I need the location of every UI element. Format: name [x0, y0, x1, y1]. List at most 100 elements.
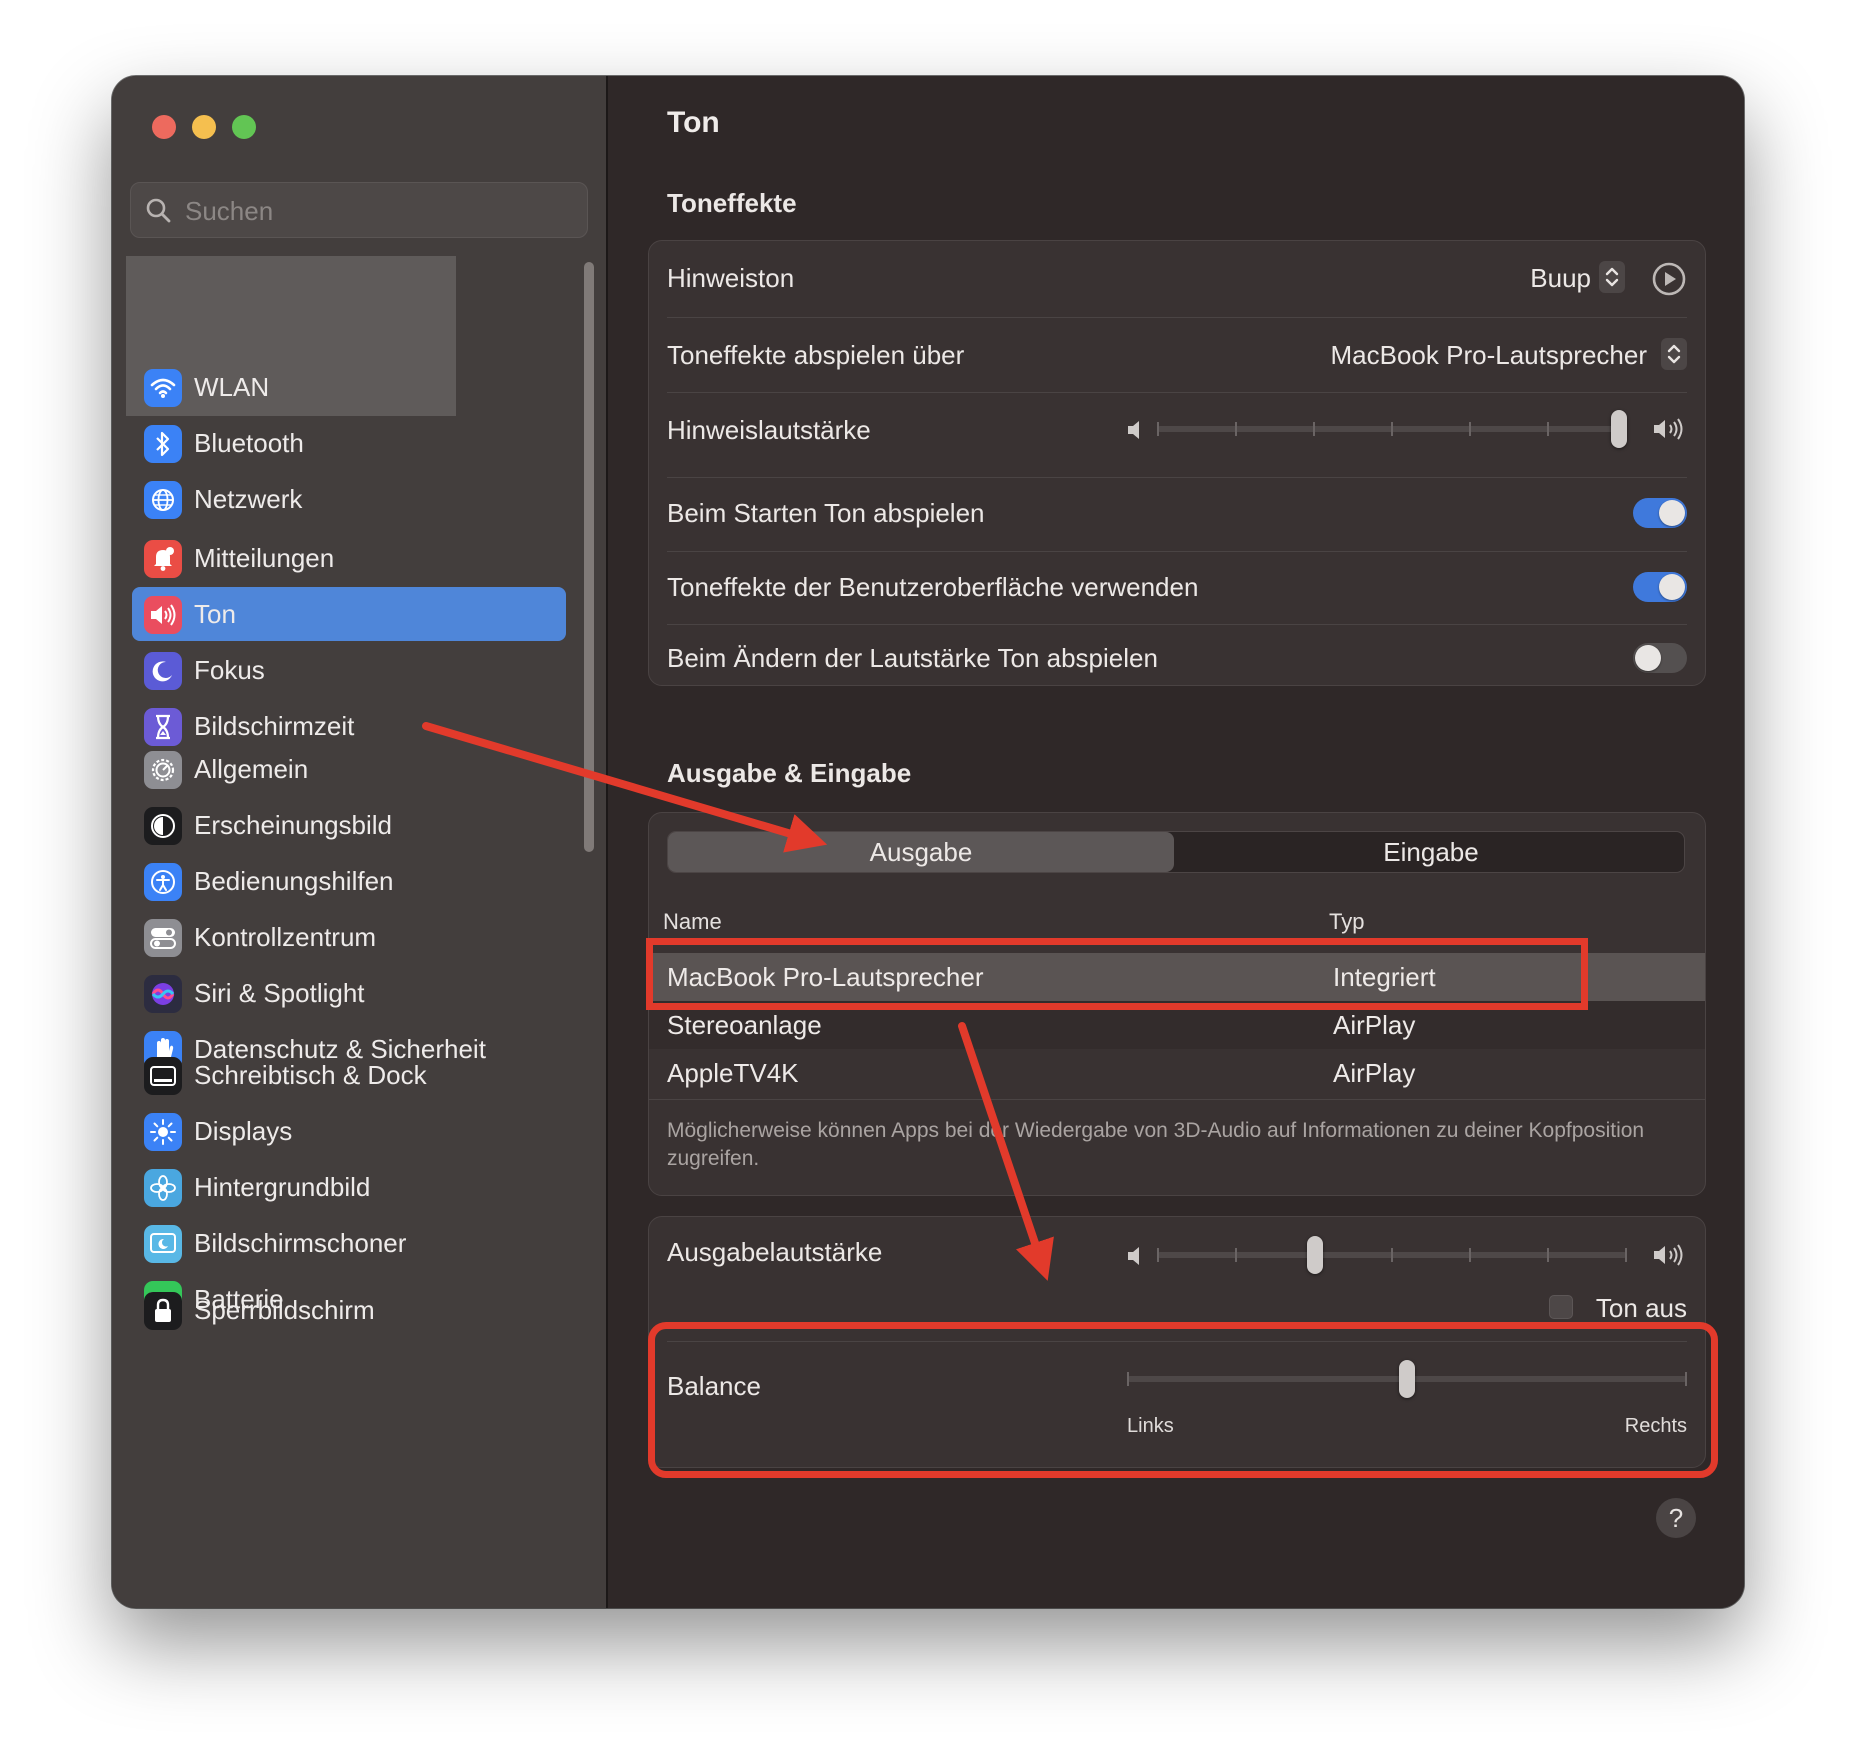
slider-tick [1157, 1248, 1159, 1262]
slider-tick [1391, 422, 1393, 436]
sidebar-item-fokus[interactable]: Fokus [132, 643, 566, 697]
search-field[interactable] [130, 182, 588, 239]
speaker-icon [144, 596, 182, 634]
slider-tick [1157, 422, 1159, 436]
alert-sound-label: Hinweiston [667, 263, 795, 293]
sidebar-item-netzwerk[interactable]: Netzwerk [132, 472, 566, 526]
sidebar-item-label: Bluetooth [194, 428, 304, 458]
speaker-high-icon [1653, 417, 1687, 446]
sidebar-item-wlan[interactable]: WLAN [132, 360, 566, 414]
sidebar-item-label: Schreibtisch & Dock [194, 1060, 427, 1090]
slider-tick [1313, 422, 1315, 436]
ui-effects-row: Toneffekte der Benutzeroberfläche verwen… [667, 552, 1687, 624]
alert-volume-label: Hinweislautstärke [667, 415, 871, 445]
wifi-icon [144, 369, 182, 407]
globe-icon [144, 481, 182, 519]
sidebar-item-siri-spotlight[interactable]: Siri & Spotlight [132, 966, 566, 1020]
sidebar-item-label: Netzwerk [194, 484, 303, 514]
ui-effects-toggle[interactable] [1633, 572, 1687, 602]
sidebar-item-schreibtisch-dock[interactable]: Schreibtisch & Dock [132, 1048, 566, 1102]
divider [649, 1099, 1705, 1100]
sidebar-item-ton[interactable]: Ton [132, 587, 566, 641]
volume-feedback-row: Beim Ändern der Lautstärke Ton abspielen [667, 625, 1687, 685]
alert-volume-slider[interactable] [1157, 407, 1627, 451]
volume-feedback-label: Beim Ändern der Lautstärke Ton abspielen [667, 643, 1158, 673]
toggle-knob [1635, 645, 1661, 671]
lock-icon [144, 1292, 182, 1330]
play-icon[interactable] [1651, 261, 1687, 302]
sun-icon [144, 1113, 182, 1151]
play-through-label: Toneffekte abspielen über [667, 340, 965, 370]
device-name: AppleTV4K [667, 1058, 799, 1088]
toggle-knob [1659, 500, 1685, 526]
speaker-low-icon [1127, 1245, 1145, 1272]
sidebar-item-label: Allgemein [194, 754, 309, 784]
appearance-icon [144, 807, 182, 845]
toneffekte-group: Hinweiston Buup Toneffekte abspielen übe… [648, 240, 1706, 686]
sidebar-item-hintergrundbild[interactable]: Hintergrundbild [132, 1160, 566, 1214]
speaker-high-icon [1653, 1243, 1687, 1272]
hourglass-icon [144, 708, 182, 746]
play-through-popup[interactable]: MacBook Pro-Lautsprecher [1331, 340, 1647, 371]
alert-volume-row: Hinweislautstärke [667, 393, 1687, 477]
sidebar-item-sperrbildschirm[interactable]: Sperrbildschirm [132, 1283, 566, 1337]
accessibility-icon [144, 863, 182, 901]
help-button[interactable]: ? [1656, 1498, 1696, 1538]
moon-icon [144, 652, 182, 690]
toggles-icon [144, 919, 182, 957]
sidebar-scrollbar[interactable] [584, 262, 594, 852]
sidebar-item-label: WLAN [194, 372, 270, 402]
sidebar-item-label: Hintergrundbild [194, 1172, 371, 1202]
close-button[interactable] [152, 115, 176, 139]
output-volume-label: Ausgabelautstärke [667, 1237, 883, 1267]
tab-eingabe[interactable]: Eingabe [1178, 832, 1684, 872]
sidebar-item-bildschirmschoner[interactable]: Bildschirmschoner [132, 1216, 566, 1270]
sidebar-item-bluetooth[interactable]: Bluetooth [132, 416, 566, 470]
sidebar-item-label: Kontrollzentrum [194, 922, 377, 952]
siri-icon [144, 975, 182, 1013]
sidebar-item-kontrollzentrum[interactable]: Kontrollzentrum [132, 910, 566, 964]
bell-icon [144, 540, 182, 578]
sidebar-item-erscheinungsbild[interactable]: Erscheinungsbild [132, 798, 566, 852]
sidebar-item-mitteilungen[interactable]: Mitteilungen [132, 531, 566, 585]
chevron-updown-icon[interactable] [1599, 261, 1625, 293]
slider-tick [1469, 422, 1471, 436]
screensaver-icon [144, 1225, 182, 1263]
slider-tick [1391, 1248, 1393, 1262]
startup-sound-row: Beim Starten Ton abspielen [667, 478, 1687, 550]
alert-sound-popup[interactable]: Buup [1530, 263, 1591, 294]
mute-checkbox[interactable] [1549, 1295, 1573, 1319]
startup-sound-toggle[interactable] [1633, 498, 1687, 528]
sidebar-item-label: Displays [194, 1116, 293, 1146]
minimize-button[interactable] [192, 115, 216, 139]
sidebar-item-bedienungshilfen[interactable]: Bedienungshilfen [132, 854, 566, 908]
volume-feedback-toggle[interactable] [1633, 643, 1687, 673]
mute-label: Ton aus [1595, 1293, 1687, 1323]
device-row[interactable]: AppleTV4K AirPlay [649, 1049, 1705, 1097]
chevron-updown-icon[interactable] [1661, 338, 1687, 370]
sidebar-item-label: Sperrbildschirm [194, 1295, 375, 1325]
sidebar-item-allgemein[interactable]: Allgemein [132, 742, 566, 796]
sidebar-item-label: Fokus [194, 655, 265, 685]
column-header-type[interactable]: Typ [1329, 909, 1364, 935]
ui-effects-label: Toneffekte der Benutzeroberfläche verwen… [667, 572, 1199, 602]
output-volume-slider[interactable] [1157, 1233, 1627, 1277]
sidebar-item-label: Bildschirmschoner [194, 1228, 407, 1258]
slider-thumb[interactable] [1307, 1236, 1323, 1274]
search-icon [145, 197, 171, 228]
tab-ausgabe[interactable]: Ausgabe [668, 832, 1174, 872]
annotation-box-balance [648, 1322, 1718, 1478]
sidebar-item-label: Erscheinungsbild [194, 810, 393, 840]
zoom-button[interactable] [232, 115, 256, 139]
device-type: AirPlay [1333, 1058, 1416, 1088]
slider-tick [1547, 422, 1549, 436]
startup-sound-label: Beim Starten Ton abspielen [667, 498, 985, 528]
slider-thumb[interactable] [1611, 410, 1627, 448]
search-input[interactable] [183, 183, 577, 239]
alert-sound-row: Hinweiston Buup [667, 241, 1687, 317]
flower-icon [144, 1169, 182, 1207]
sidebar-item-displays[interactable]: Displays [132, 1104, 566, 1158]
column-header-name[interactable]: Name [663, 909, 722, 935]
bluetooth-icon [144, 425, 182, 463]
sidebar: WLAN Bluetooth Netzwerk Mitteilungen Ton Foku… [112, 76, 608, 1608]
